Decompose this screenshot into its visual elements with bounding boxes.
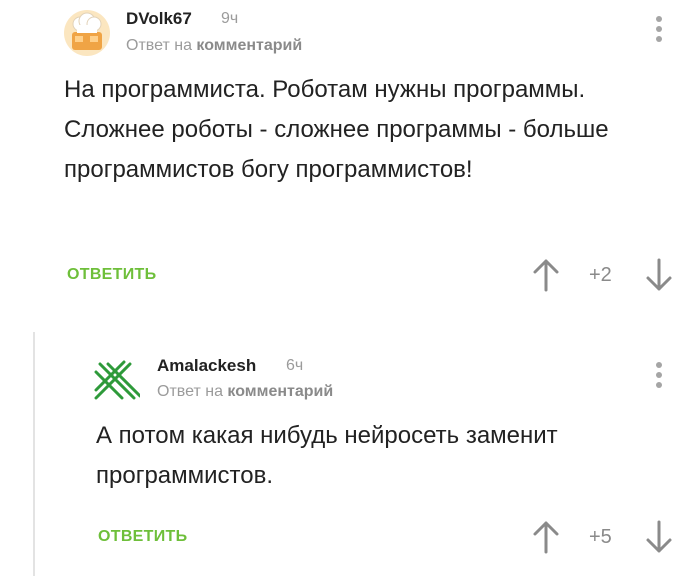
comment-text: А потом какая нибудь нейросеть заменит п… (96, 422, 558, 489)
downvote-arrow-icon[interactable] (645, 520, 673, 554)
reply-to-line: Ответ на комментарий (126, 37, 302, 55)
green-lines-avatar-icon (94, 360, 142, 400)
comment-dvolk67: DVolk67 9ч Ответ на комментарий На прогр… (0, 0, 700, 310)
reply-to-prefix: Ответ на (126, 37, 192, 54)
comment-score: +5 (589, 526, 612, 548)
reply-to-prefix: Ответ на (157, 383, 223, 400)
reply-to-comment-link[interactable]: комментарий (227, 383, 333, 400)
more-options-icon[interactable] (653, 362, 665, 396)
avatar[interactable] (94, 356, 142, 402)
comment-score: +2 (589, 264, 612, 286)
reply-to-comment-link[interactable]: комментарий (196, 37, 302, 54)
upvote-arrow-icon[interactable] (532, 520, 560, 554)
comment-amalackesh: Amalackesh 6ч Ответ на комментарий А пот… (0, 332, 700, 576)
comment-time: 9ч (221, 10, 239, 27)
comment-author[interactable]: Amalackesh (157, 356, 256, 376)
comment-text: На программиста. Роботам нужны программы… (64, 76, 609, 183)
downvote-arrow-icon[interactable] (645, 258, 673, 292)
reply-button[interactable]: ОТВЕТИТЬ (67, 266, 156, 284)
reply-to-line: Ответ на комментарий (157, 383, 333, 401)
avatar[interactable] (64, 10, 110, 56)
reply-button[interactable]: ОТВЕТИТЬ (98, 528, 187, 546)
chef-hat-avatar-icon (64, 10, 110, 56)
more-options-icon[interactable] (653, 16, 665, 50)
comment-author[interactable]: DVolk67 (126, 9, 192, 29)
comment-time: 6ч (286, 357, 304, 374)
upvote-arrow-icon[interactable] (532, 258, 560, 292)
